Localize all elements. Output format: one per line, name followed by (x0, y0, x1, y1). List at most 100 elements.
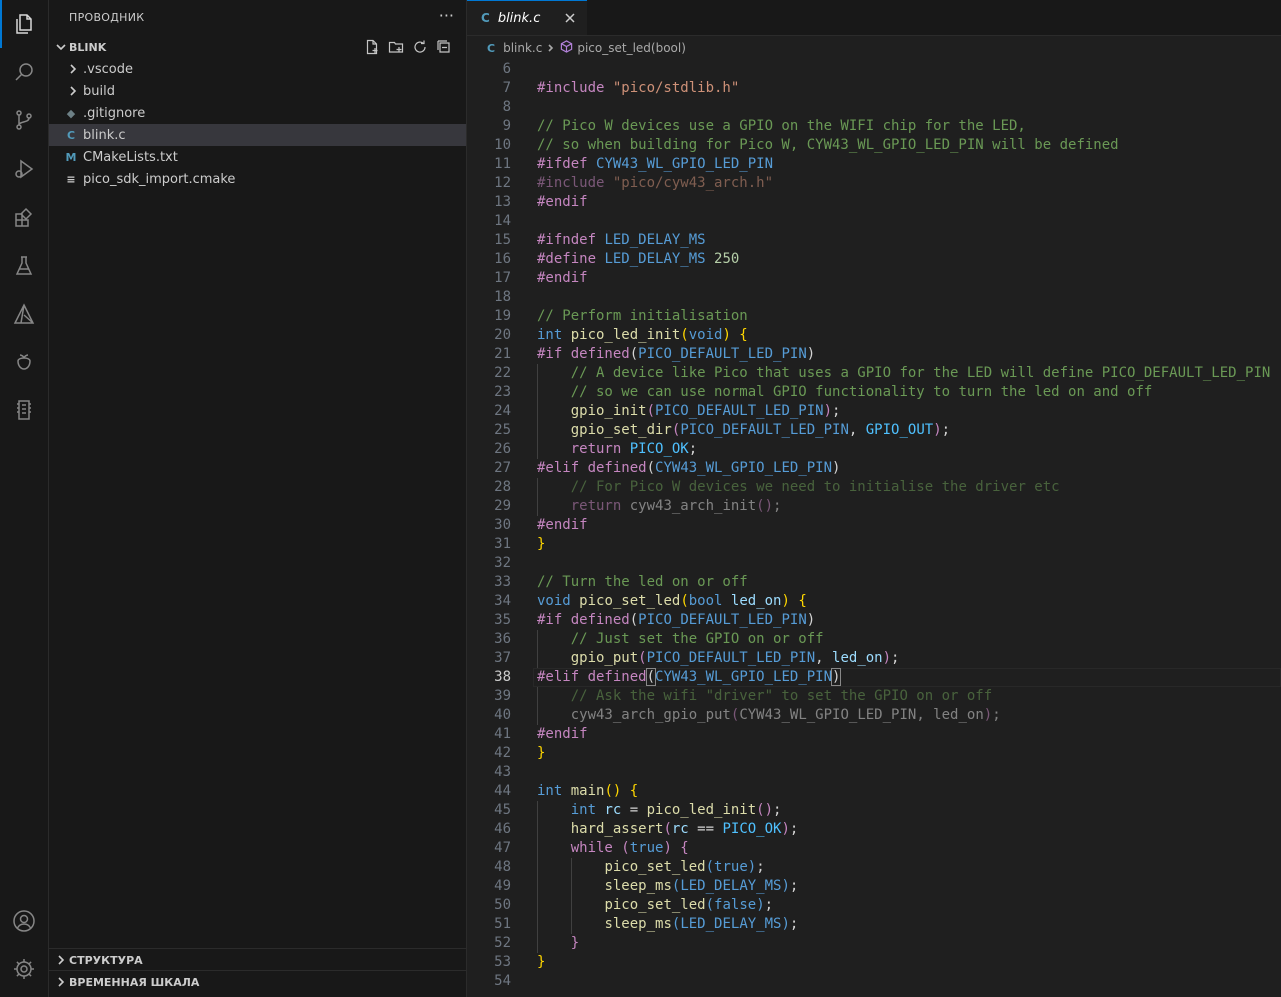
code-line[interactable]: 44 int main() { (467, 782, 1281, 801)
code-line[interactable]: 11 #ifdef CYW43_WL_GPIO_LED_PIN (467, 155, 1281, 174)
line-number: 50 (494, 897, 511, 913)
line-number: 31 (494, 536, 511, 552)
code-line[interactable]: 17 #endif (467, 269, 1281, 288)
code-editor[interactable]: 6 7 #include "pico/stdlib.h" 8 9 // Pico W de… (467, 60, 1281, 991)
more-actions-icon[interactable]: ··· (439, 6, 454, 25)
raspberry-pi-icon[interactable] (0, 338, 48, 386)
chevron-right-icon (53, 974, 69, 990)
code-line[interactable]: 31} (467, 535, 1281, 554)
code-line[interactable]: 30 #endif (467, 516, 1281, 535)
line-number: 25 (494, 422, 511, 438)
tree-item-build[interactable]: build (49, 80, 466, 102)
code-line[interactable]: 27 #elif defined(CYW43_WL_GPIO_LED_PIN) (467, 459, 1281, 478)
tab-blink-c[interactable]: C blink.c (467, 0, 587, 35)
code-token: "pico/stdlib.h" (612, 80, 740, 96)
code-line[interactable]: 16 #define LED_DELAY_MS 250 (467, 250, 1281, 269)
tree-item-cmakelists[interactable]: M CMakeLists.txt (49, 146, 466, 168)
code-line[interactable]: 53} (467, 953, 1281, 972)
code-line[interactable]: 52} (467, 934, 1281, 953)
code-line[interactable]: 19 // Perform initialisation (467, 307, 1281, 326)
code-line[interactable]: 50 pico_set_led(false); (467, 896, 1281, 915)
code-line[interactable]: 48 pico_set_led(true); (467, 858, 1281, 877)
folder-section-header[interactable]: BLINK (49, 36, 466, 58)
refresh-icon[interactable] (412, 39, 428, 58)
breadcrumb-symbol[interactable]: pico_set_led(bool) (577, 41, 686, 55)
code-line[interactable]: 43 (467, 763, 1281, 782)
code-line[interactable]: 33 // Turn the led on or off (467, 573, 1281, 592)
code-line[interactable]: 47 while (true) { (467, 839, 1281, 858)
chevron-right-icon (547, 41, 555, 55)
code-line[interactable]: 7 #include "pico/stdlib.h" (467, 79, 1281, 98)
explorer-icon[interactable] (0, 0, 48, 48)
code-token: #include (537, 175, 613, 191)
code-line[interactable]: 54 (467, 972, 1281, 991)
code-text: #ifdef CYW43_WL_GPIO_LED_PIN (537, 155, 773, 174)
tree-item-blink-c[interactable]: C blink.c (49, 124, 466, 146)
indent-guide (537, 497, 538, 516)
code-line[interactable]: 35 #if defined(PICO_DEFAULT_LED_PIN) (467, 611, 1281, 630)
code-line[interactable]: 8 (467, 98, 1281, 117)
run-debug-icon[interactable] (0, 145, 48, 193)
close-icon[interactable] (563, 10, 577, 24)
breadcrumb-file[interactable]: blink.c (503, 41, 542, 55)
indent-guide (537, 421, 538, 440)
tree-item-vscode[interactable]: .vscode (49, 58, 466, 80)
code-line[interactable]: 26 return PICO_OK; (467, 440, 1281, 459)
testing-icon[interactable] (0, 242, 48, 290)
code-text: #elif defined(CYW43_WL_GPIO_LED_PIN) (537, 668, 842, 687)
timeline-section-header[interactable]: ВРЕМЕННАЯ ШКАЛА (49, 970, 466, 993)
outline-section-header[interactable]: СТРУКТУРА (49, 948, 466, 971)
code-line[interactable]: 9 // Pico W devices use a GPIO on the WIF… (467, 117, 1281, 136)
code-line[interactable]: 49 sleep_ms(LED_DELAY_MS); (467, 877, 1281, 896)
code-line[interactable]: 51 sleep_ms(LED_DELAY_MS); (467, 915, 1281, 934)
code-token: return (570, 498, 630, 514)
code-line[interactable]: 38 #elif defined(CYW43_WL_GPIO_LED_PIN) (467, 668, 1281, 687)
code-text: gpio_init(PICO_DEFAULT_LED_PIN); (571, 402, 841, 421)
cmake-icon[interactable] (0, 290, 48, 338)
code-line[interactable]: 36 // Just set the GPIO on or off (467, 630, 1281, 649)
tree-item-gitignore[interactable]: ◆ .gitignore (49, 102, 466, 124)
code-line[interactable]: 10 // so when building for Pico W, CYW43_… (467, 136, 1281, 155)
code-line[interactable]: 6 (467, 60, 1281, 79)
code-line[interactable]: 18 (467, 288, 1281, 307)
code-line[interactable]: 37 gpio_put(PICO_DEFAULT_LED_PIN, led_on)… (467, 649, 1281, 668)
extensions-icon[interactable] (0, 194, 48, 242)
source-control-icon[interactable] (0, 96, 48, 144)
code-line[interactable]: 40 cyw43_arch_gpio_put(CYW43_WL_GPIO_LED_… (467, 706, 1281, 725)
code-line[interactable]: 41 #endif (467, 725, 1281, 744)
code-line[interactable]: 45 int rc = pico_led_init(); (467, 801, 1281, 820)
code-line[interactable]: 21 #if defined(PICO_DEFAULT_LED_PIN) (467, 345, 1281, 364)
code-line[interactable]: 46 hard_assert(rc == PICO_OK); (467, 820, 1281, 839)
new-file-icon[interactable] (364, 39, 380, 58)
code-line[interactable]: 29 return cyw43_arch_init(); (467, 497, 1281, 516)
new-folder-icon[interactable] (388, 39, 404, 58)
code-token: PICO_DEFAULT_LED_PIN (655, 403, 824, 419)
code-line[interactable]: 42} (467, 744, 1281, 763)
code-line[interactable]: 14 (467, 212, 1281, 231)
code-line[interactable]: 24 gpio_init(PICO_DEFAULT_LED_PIN); (467, 402, 1281, 421)
settings-gear-icon[interactable] (0, 945, 48, 993)
search-icon[interactable] (0, 48, 48, 96)
code-line[interactable]: 23 // so we can use normal GPIO functiona… (467, 383, 1281, 402)
line-number: 35 (494, 612, 511, 628)
collapse-all-icon[interactable] (436, 39, 452, 58)
code-line[interactable]: 12 #include "pico/cyw43_arch.h" (467, 174, 1281, 193)
code-line[interactable]: 28 // For Pico W devices we need to initi… (467, 478, 1281, 497)
code-line[interactable]: 13 #endif (467, 193, 1281, 212)
code-text: hard_assert(rc == PICO_OK); (571, 820, 799, 839)
accounts-icon[interactable] (0, 897, 48, 945)
code-token: LED_DELAY_MS (680, 878, 782, 894)
code-line[interactable]: 25 gpio_set_dir(PICO_DEFAULT_LED_PIN, GPI… (467, 421, 1281, 440)
code-line[interactable]: 20 int pico_led_init(void) { (467, 326, 1281, 345)
code-line[interactable]: 22 // A device like Pico that uses a GPIO… (467, 364, 1281, 383)
code-token: ( (646, 403, 656, 419)
tree-item-pico-sdk-import[interactable]: ≡ pico_sdk_import.cmake (49, 168, 466, 190)
serial-monitor-icon[interactable] (0, 386, 48, 434)
code-line[interactable]: 34 void pico_set_led(bool led_on) { (467, 592, 1281, 611)
code-line[interactable]: 15 #ifndef LED_DELAY_MS (467, 231, 1281, 250)
code-text: int main() { (537, 782, 638, 801)
code-line[interactable]: 32 (467, 554, 1281, 573)
code-line[interactable]: 39 // Ask the wifi "driver" to set the GP… (467, 687, 1281, 706)
code-text: // A device like Pico that uses a GPIO f… (571, 364, 1271, 383)
code-token: main (570, 783, 605, 799)
